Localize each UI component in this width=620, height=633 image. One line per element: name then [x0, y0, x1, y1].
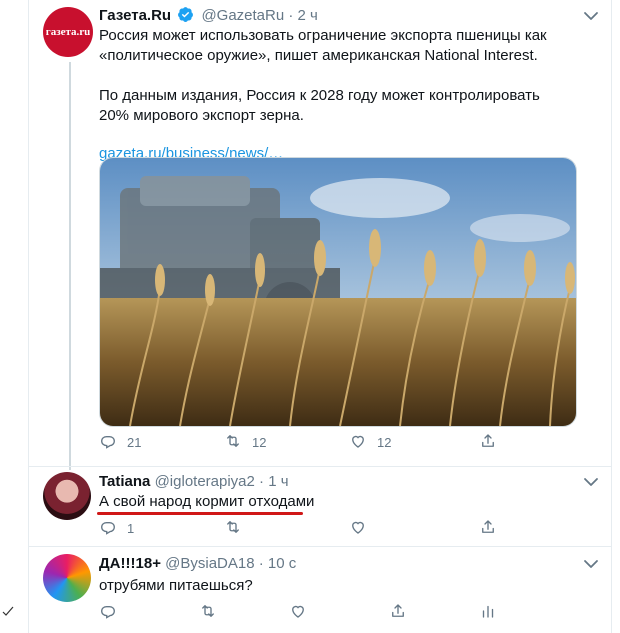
chevron-down-icon[interactable]	[581, 472, 601, 492]
thread-line	[69, 62, 71, 470]
highlight-underline	[97, 512, 303, 515]
like-button[interactable]	[349, 518, 377, 539]
handle[interactable]: @igloterapiya2	[155, 473, 255, 490]
reply-count: 21	[127, 435, 142, 450]
avatar-bysiada18[interactable]	[43, 554, 91, 602]
wheat-field-photo	[100, 158, 576, 426]
avatar-tatiana[interactable]	[43, 472, 91, 520]
reply-button[interactable]: 21	[99, 432, 141, 453]
retweet-button[interactable]	[199, 602, 227, 623]
chevron-down-icon[interactable]	[581, 6, 601, 26]
timestamp[interactable]: 1 ч	[268, 473, 288, 490]
reply-icon	[99, 432, 127, 453]
tweet-header: ДА!!!18+ @BysiaDA18 · 10 с	[99, 554, 296, 574]
separator-dot: ·	[288, 7, 294, 24]
tweet-actions: 21 12 12	[99, 432, 575, 452]
tweet-text: отрубями питаешься?	[99, 577, 253, 594]
separator-dot: ·	[259, 473, 265, 490]
handle[interactable]: @GazetaRu	[201, 7, 284, 24]
reply-count: 1	[127, 521, 135, 536]
tweet-actions: 1	[99, 518, 575, 538]
timeline: газета.ru Газета.Ru @GazetaRu · 2 ч Росс…	[28, 0, 612, 633]
reply-button[interactable]	[99, 602, 127, 623]
tweet-actions	[99, 602, 575, 622]
tweet-gazetaru[interactable]: газета.ru Газета.Ru @GazetaRu · 2 ч Росс…	[29, 0, 611, 470]
avatar-logo-text: газета.ru	[45, 26, 91, 38]
like-button[interactable]: 12	[349, 432, 391, 453]
analytics-icon	[479, 602, 507, 623]
share-icon	[389, 602, 417, 623]
share-icon	[479, 518, 507, 539]
like-icon	[349, 432, 377, 453]
like-count: 12	[377, 435, 392, 450]
display-name[interactable]: ДА!!!18+	[99, 555, 161, 572]
tweet-tatiana[interactable]: Tatiana @igloterapiya2 · 1 ч А свой наро…	[29, 466, 611, 546]
reply-button[interactable]: 1	[99, 518, 134, 539]
like-icon	[349, 518, 377, 539]
retweet-button[interactable]	[224, 518, 252, 539]
like-icon	[289, 602, 317, 623]
tweet-text: А свой народ кормит отходами	[99, 493, 315, 510]
retweet-button[interactable]: 12	[224, 432, 266, 453]
share-icon	[479, 432, 507, 453]
tweet-bysiada18[interactable]: ДА!!!18+ @BysiaDA18 · 10 с отрубями пита…	[29, 546, 611, 633]
tweet-paragraph: Россия может использовать ограничение эк…	[99, 27, 547, 64]
share-button[interactable]	[479, 518, 507, 539]
checkmark-icon	[2, 604, 14, 616]
tweet-text: Россия может использовать ограничение эк…	[99, 26, 569, 164]
retweet-count: 12	[252, 435, 267, 450]
separator-dot: ·	[258, 555, 264, 572]
share-button[interactable]	[479, 432, 507, 453]
retweet-icon	[224, 518, 252, 539]
avatar-gazetaru[interactable]: газета.ru	[43, 7, 93, 57]
reply-icon	[99, 602, 127, 623]
retweet-icon	[224, 432, 252, 453]
timestamp[interactable]: 2 ч	[298, 7, 318, 24]
timestamp[interactable]: 10 с	[268, 555, 296, 572]
reply-icon	[99, 518, 127, 539]
display-name[interactable]: Газета.Ru	[99, 7, 171, 24]
analytics-button[interactable]	[479, 602, 507, 623]
share-button[interactable]	[389, 602, 417, 623]
handle[interactable]: @BysiaDA18	[165, 555, 254, 572]
like-button[interactable]	[289, 602, 317, 623]
tweet-paragraph: По данным издания, Россия к 2028 году мо…	[99, 87, 540, 124]
tweet-header: Tatiana @igloterapiya2 · 1 ч	[99, 472, 289, 492]
retweet-icon	[199, 602, 227, 623]
chevron-down-icon[interactable]	[581, 554, 601, 574]
display-name[interactable]: Tatiana	[99, 473, 150, 490]
tweet-image[interactable]	[99, 157, 577, 427]
